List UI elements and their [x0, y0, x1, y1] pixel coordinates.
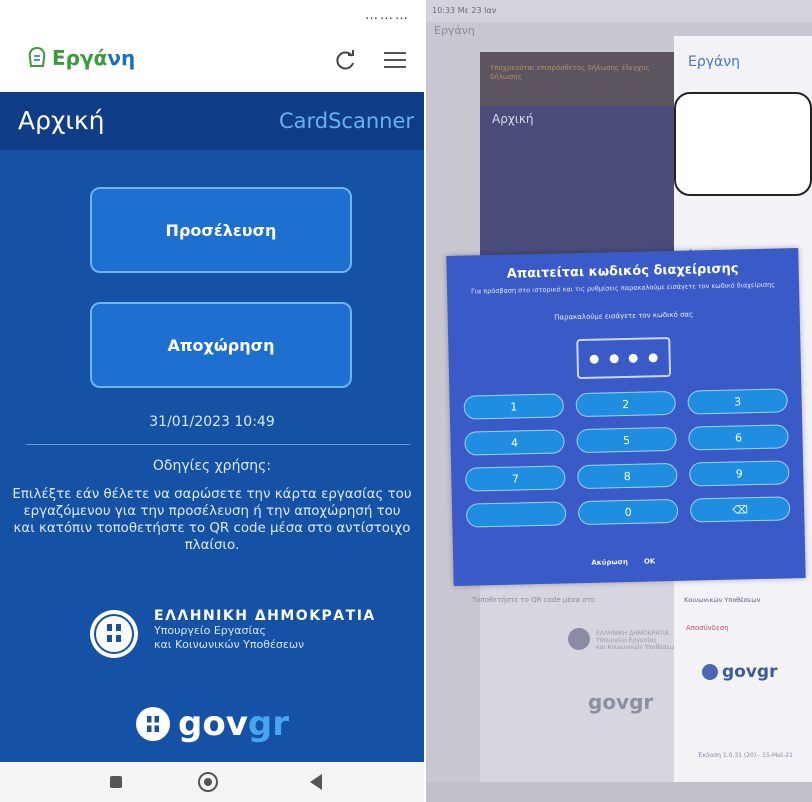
dialog-prompt: Παρακαλούμε εισάγετε τον κωδικό σας — [554, 310, 694, 322]
app-name-part1: Εργά — [52, 46, 108, 70]
divider — [26, 444, 410, 445]
keypad-key-8[interactable]: 8 — [577, 462, 678, 490]
ministry-text: ΕΛΛΗΝΙΚΗ ΔΗΜΟΚΡΑΤΙΑ Υπουργείο Εργασίας κ… — [154, 608, 376, 652]
govgr-gov: gov — [178, 704, 248, 744]
check-in-button[interactable]: Προσέλευση — [90, 187, 352, 273]
keypad-key-9[interactable]: 9 — [689, 460, 790, 487]
instructions-title: Οδηγίες χρήσης: — [152, 458, 272, 474]
ok-button[interactable]: OK — [644, 557, 656, 565]
back-icon[interactable] — [310, 774, 322, 790]
pin-dot — [589, 354, 600, 364]
background-govgr: govgr — [588, 690, 654, 714]
keypad-key-3[interactable]: 3 — [687, 388, 788, 415]
background-logo: Εργάνη — [434, 24, 475, 37]
app-name: Εργάνη — [52, 46, 135, 70]
left-phone-screen: ……… Εργάνη Αρχική CardScanner Προσέλευση… — [0, 0, 424, 802]
app-bar: Εργάνη — [0, 34, 424, 90]
hamburger-menu-icon[interactable] — [384, 50, 406, 70]
ministry-block: ΕΛΛΗΝΙΚΗ ΔΗΜΟΚΡΑΤΙΑ Υπουργείο Εργασίας κ… — [84, 604, 384, 664]
check-out-button[interactable]: Αποχώρηση — [90, 302, 352, 388]
drawer-item-ministry[interactable]: Κοινωνικών Υποθέσεων — [684, 596, 760, 604]
drawer-govgr-logo: govgr — [702, 662, 777, 682]
photo-bottom-nav — [426, 782, 812, 802]
admin-pin-dialog: Απαιτείται κωδικός διαχείρισης Για πρόσβ… — [446, 248, 806, 586]
keypad-key-empty[interactable] — [465, 501, 567, 528]
notice-banner: Υποχρεούται επιπρόσθετος δήλωσης έλεγχος… — [480, 52, 675, 106]
page-title: Αρχική — [18, 106, 105, 135]
keypad-key-1[interactable]: 1 — [463, 393, 564, 420]
govgr-wordmark: govgr — [178, 704, 289, 744]
dialog-actions: Ακύρωση OK — [591, 557, 655, 566]
main-content: Αρχική CardScanner Προσέλευση Αποχώρηση … — [0, 92, 424, 762]
dialog-subtitle: Για πρόσβαση στο ιστορικό και τις ρυθμίσ… — [471, 280, 776, 296]
drawer-item-logout[interactable]: Αποσύνδεση — [686, 624, 729, 632]
ministry-title: ΕΛΛΗΝΙΚΗ ΔΗΜΟΚΡΑΤΙΑ — [154, 608, 376, 624]
status-icons: ……… — [365, 8, 410, 23]
recent-apps-icon[interactable] — [110, 776, 122, 788]
background-page-title: Αρχική — [492, 112, 534, 126]
app-name-part2: νη — [107, 46, 136, 70]
home-icon[interactable] — [198, 772, 218, 792]
redaction-box — [674, 92, 812, 196]
right-phone-photo: 10:33 Με 23 Ιαν Εργάνη Υποχρεούται επιπρ… — [426, 0, 812, 802]
ergani-logo-icon — [28, 46, 46, 67]
status-bar: 10:33 Με 23 Ιαν — [426, 0, 812, 22]
background-instructions: Τοποθετήστε το QR code μέσα στο — [472, 596, 596, 604]
page-header: Αρχική CardScanner — [0, 92, 424, 150]
govgr-gr: gr — [247, 704, 289, 744]
keypad-key-4[interactable]: 4 — [464, 429, 565, 456]
drawer-govgr-text: govgr — [722, 662, 778, 682]
drawer-logo: Εργάνη — [688, 54, 740, 70]
current-datetime: 31/01/2023 10:49 — [149, 414, 275, 430]
keypad-key-0[interactable]: 0 — [577, 498, 679, 526]
background-ministry-line-1: ΕΛΛΗΝΙΚΗ ΔΗΜΟΚΡΑΤΙΑ — [596, 630, 669, 637]
cancel-button[interactable]: Ακύρωση — [591, 558, 628, 567]
background-ministry-line-3: και Κοινωνικών Υποθέσεων — [596, 644, 678, 651]
ministry-line-1: Υπουργείο Εργασίας — [154, 624, 266, 637]
cardscanner-link[interactable]: CardScanner — [279, 109, 414, 133]
background-seal-icon — [568, 628, 590, 650]
android-nav-bar — [0, 762, 424, 802]
pin-input[interactable] — [576, 336, 672, 380]
status-bar: ……… — [0, 0, 424, 34]
govgr-seal-icon — [136, 707, 170, 741]
keypad-key-6[interactable]: 6 — [688, 424, 789, 451]
pin-dot — [628, 353, 639, 363]
keypad-backspace-icon[interactable]: ⌫ — [689, 496, 791, 523]
pin-dot — [648, 352, 658, 362]
ministry-line-2: και Κοινωνικών Υποθέσεων — [154, 638, 305, 651]
background-ministry-line-2: Υπουργείο Εργασίας — [596, 637, 658, 644]
keypad-key-5[interactable]: 5 — [576, 426, 677, 454]
app-version: Έκδοση 1.0.31 (20) - 15-Μαϊ-21 — [698, 752, 793, 759]
instructions-text: Επιλέξτε εάν θέλετε να σαρώσετε την κάρτ… — [12, 487, 412, 553]
dialog-title: Απαιτείται κωδικός διαχείρισης — [506, 261, 739, 282]
pin-dot — [609, 353, 619, 363]
keypad-key-7[interactable]: 7 — [465, 465, 566, 492]
refresh-icon[interactable] — [332, 48, 358, 74]
app-logo: Εργάνη — [26, 46, 135, 70]
notice-banner-text: Υποχρεούται επιπρόσθετος δήλωσης έλεγχος… — [490, 64, 650, 81]
greek-coat-of-arms-icon — [90, 610, 138, 658]
drawer-govgr-seal-icon — [702, 664, 718, 680]
govgr-logo: govgr — [136, 704, 289, 744]
keypad-key-2[interactable]: 2 — [575, 390, 676, 418]
background-ministry-text: ΕΛΛΗΝΙΚΗ ΔΗΜΟΚΡΑΤΙΑ Υπουργείο Εργασίας κ… — [596, 630, 678, 651]
